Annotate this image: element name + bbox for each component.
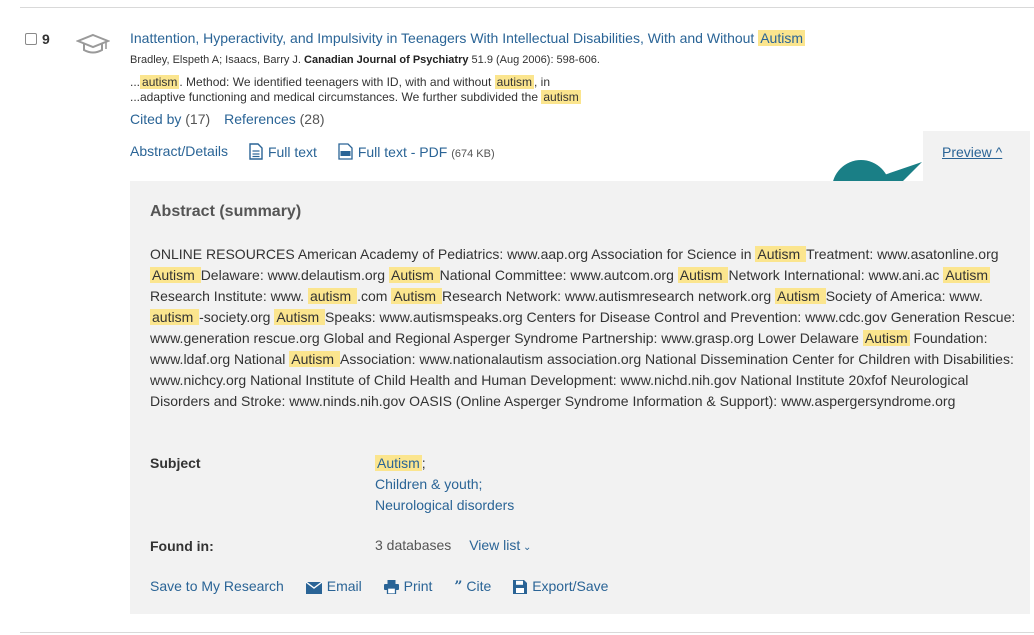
citation-links: Cited by (17) References (28) (130, 111, 325, 127)
floppy-disk-icon (513, 580, 528, 594)
authors: Bradley, Elspeth A; Isaacs, Barry J. (130, 54, 301, 66)
full-text-pdf-link[interactable]: Full text - PDF (674 KB) (338, 143, 495, 160)
result-title-link[interactable]: Inattention, Hyperactivity, and Impulsiv… (130, 30, 806, 46)
citation-line: Bradley, Elspeth A; Isaacs, Barry J. Can… (130, 54, 600, 66)
snippet-text: ... (130, 75, 141, 89)
search-snippet: ... autism. Method: We identified teenage… (130, 75, 581, 105)
snippet-text: , in (533, 75, 550, 89)
title-text: Inattention, Hyperactivity, and Impulsiv… (130, 30, 759, 46)
database-count: 3 databases (375, 537, 452, 553)
full-text-label: Full text (267, 143, 317, 160)
view-list-link[interactable]: View list ⌄ (469, 537, 531, 553)
subject-term-row: Children & youth; (375, 474, 514, 495)
subject-separator: ; (421, 455, 426, 471)
abstract-highlight: Autism (943, 267, 991, 283)
scholarly-journal-icon (76, 33, 110, 54)
title-highlight: Autism (758, 30, 806, 46)
result-tools: Save to My Research Email Print ” Cite Ex… (150, 578, 626, 595)
abstract-text-segment: Research Institute: www. (150, 288, 308, 304)
snippet-text: ...adaptive functioning and medical circ… (130, 90, 542, 104)
journal-name: Canadian Journal of Psychiatry (304, 54, 469, 66)
pdf-icon (338, 143, 353, 160)
cite-button[interactable]: ” Cite (454, 578, 491, 595)
abstract-text-segment: Society of America: www. (825, 288, 983, 304)
abstract-text-segment: Treatment: www.asatonline.org (806, 246, 999, 262)
select-result-checkbox[interactable] (25, 33, 37, 45)
cited-by-link[interactable]: Cited by (17) (130, 111, 210, 127)
found-in-row: 3 databases View list ⌄ (375, 537, 531, 553)
email-label: Email (326, 578, 362, 594)
save-to-my-research-button[interactable]: Save to My Research (150, 578, 284, 594)
abstract-highlight: autism (307, 288, 358, 304)
quote-icon: ” (454, 579, 463, 595)
result-number: 9 (42, 31, 50, 47)
preview-toggle-link[interactable]: Preview ^ (942, 144, 1002, 160)
abstract-text-segment: .com (357, 288, 392, 304)
bottom-divider (20, 632, 1034, 633)
snippet-highlight: autism (140, 75, 180, 89)
snippet-highlight: autism (494, 75, 534, 89)
abstract-highlight: Autism (677, 267, 729, 283)
cite-label: Cite (466, 578, 492, 594)
document-actions: Abstract/Details Full text Full text - P… (130, 142, 512, 160)
chevron-down-icon: ⌄ (520, 542, 532, 553)
subject-term-row: Autism; (375, 453, 514, 474)
abstract-text-segment: National Committee: www.autcom.org (439, 267, 678, 283)
subject-term-link[interactable]: Autism (375, 455, 422, 471)
abstract-text-segment: -society.org (199, 309, 275, 325)
pdf-size: (674 KB) (451, 147, 495, 160)
abstract-highlight: Autism (274, 309, 326, 325)
top-divider (20, 7, 1034, 8)
abstract-text-segment: Network International: www.ani.ac (728, 267, 944, 283)
abstract-text-segment: Delaware: www.delautism.org (200, 267, 389, 283)
abstract-highlight: Autism (391, 288, 442, 304)
abstract-details-link[interactable]: Abstract/Details (130, 143, 228, 159)
abstract-highlight: Autism (755, 246, 807, 262)
print-button[interactable]: Print (383, 578, 433, 594)
envelope-icon (305, 582, 322, 594)
subject-term-link[interactable]: Children & youth; (375, 476, 482, 492)
email-button[interactable]: Email (305, 578, 362, 594)
abstract-highlight: Autism (862, 330, 910, 346)
export-save-label: Export/Save (532, 578, 609, 594)
cited-by-label: Cited by (130, 111, 182, 127)
abstract-text-segment: Research Network: www.autismresearch net… (442, 288, 776, 304)
printer-icon (383, 580, 399, 594)
abstract-highlight: Autism (775, 288, 826, 304)
abstract-body: ONLINE RESOURCES American Academy of Ped… (150, 244, 1018, 412)
full-text-link[interactable]: Full text (249, 143, 317, 160)
full-text-pdf-label: Full text - PDF (357, 143, 448, 160)
citation-details: 51.9 (Aug 2006): 598-606. (471, 54, 600, 66)
subject-term-link[interactable]: Neurological disorders (375, 497, 514, 513)
found-in-label: Found in: (150, 538, 214, 554)
abstract-highlight: autism (150, 309, 200, 325)
snippet-highlight: autism (541, 90, 581, 104)
abstract-highlight: Autism (150, 267, 201, 283)
abstract-highlight: Autism (289, 351, 340, 367)
snippet-text: . Method: We identified teenagers with I… (179, 75, 495, 89)
view-list-label: View list (469, 537, 521, 553)
cited-by-count: (17) (185, 111, 211, 127)
abstract-highlight: Autism (388, 267, 440, 283)
references-link[interactable]: References (28) (224, 111, 324, 127)
print-label: Print (403, 578, 433, 594)
references-label: References (224, 111, 296, 127)
document-icon (249, 143, 263, 160)
abstract-heading: Abstract (summary) (150, 203, 302, 220)
subject-list: Autism; Children & youth; Neurological dis… (375, 453, 514, 516)
references-count: (28) (299, 111, 325, 127)
subject-label: Subject (150, 455, 201, 471)
abstract-text-segment: ONLINE RESOURCES American Academy of Ped… (150, 246, 756, 262)
export-save-button[interactable]: Export/Save (513, 578, 608, 594)
subject-term-row: Neurological disorders (375, 495, 514, 516)
